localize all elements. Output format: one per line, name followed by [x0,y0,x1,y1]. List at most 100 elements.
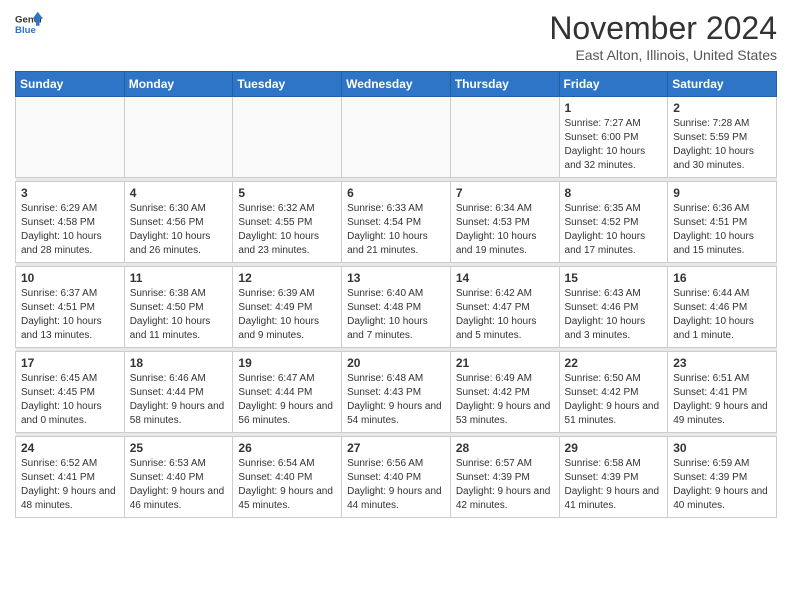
day-number: 24 [21,441,119,455]
day-number: 27 [347,441,445,455]
day-number: 9 [673,186,771,200]
day-number: 21 [456,356,554,370]
sunset-text: Sunset: 4:44 PM [238,387,312,398]
calendar-table: Sunday Monday Tuesday Wednesday Thursday… [15,71,777,518]
day-info: Sunrise: 6:30 AM Sunset: 4:56 PM Dayligh… [130,202,228,258]
sunrise-text: Sunrise: 6:56 AM [347,458,423,469]
calendar-cell-w5-d6: 29 Sunrise: 6:58 AM Sunset: 4:39 PM Dayl… [559,437,668,518]
day-number: 29 [565,441,663,455]
day-info: Sunrise: 6:36 AM Sunset: 4:51 PM Dayligh… [673,202,771,258]
calendar-cell-w5-d3: 26 Sunrise: 6:54 AM Sunset: 4:40 PM Dayl… [233,437,342,518]
sunrise-text: Sunrise: 7:28 AM [673,118,749,129]
calendar-cell-w4-d4: 20 Sunrise: 6:48 AM Sunset: 4:43 PM Dayl… [342,352,451,433]
sunset-text: Sunset: 4:47 PM [456,302,530,313]
calendar-week-4: 17 Sunrise: 6:45 AM Sunset: 4:45 PM Dayl… [16,352,777,433]
calendar-cell-w1-d4 [342,97,451,178]
daylight-text: Daylight: 9 hours and 51 minutes. [565,401,660,426]
calendar-cell-w4-d1: 17 Sunrise: 6:45 AM Sunset: 4:45 PM Dayl… [16,352,125,433]
sunrise-text: Sunrise: 6:54 AM [238,458,314,469]
sunrise-text: Sunrise: 6:44 AM [673,288,749,299]
daylight-text: Daylight: 9 hours and 54 minutes. [347,401,442,426]
sunset-text: Sunset: 4:52 PM [565,217,639,228]
sunrise-text: Sunrise: 6:33 AM [347,203,423,214]
day-info: Sunrise: 6:42 AM Sunset: 4:47 PM Dayligh… [456,287,554,343]
logo: General Blue [15,10,43,38]
svg-text:Blue: Blue [15,25,36,36]
daylight-text: Daylight: 10 hours and 23 minutes. [238,231,319,256]
day-number: 3 [21,186,119,200]
calendar-week-3: 10 Sunrise: 6:37 AM Sunset: 4:51 PM Dayl… [16,267,777,348]
header-thursday: Thursday [450,72,559,97]
day-info: Sunrise: 6:35 AM Sunset: 4:52 PM Dayligh… [565,202,663,258]
calendar-cell-w5-d7: 30 Sunrise: 6:59 AM Sunset: 4:39 PM Dayl… [668,437,777,518]
sunset-text: Sunset: 4:46 PM [565,302,639,313]
day-number: 5 [238,186,336,200]
day-info: Sunrise: 6:44 AM Sunset: 4:46 PM Dayligh… [673,287,771,343]
sunset-text: Sunset: 4:39 PM [456,472,530,483]
header-friday: Friday [559,72,668,97]
day-info: Sunrise: 6:47 AM Sunset: 4:44 PM Dayligh… [238,372,336,428]
calendar-cell-w2-d1: 3 Sunrise: 6:29 AM Sunset: 4:58 PM Dayli… [16,182,125,263]
sunset-text: Sunset: 4:46 PM [673,302,747,313]
calendar-week-1: 1 Sunrise: 7:27 AM Sunset: 6:00 PM Dayli… [16,97,777,178]
day-info: Sunrise: 6:33 AM Sunset: 4:54 PM Dayligh… [347,202,445,258]
day-info: Sunrise: 6:45 AM Sunset: 4:45 PM Dayligh… [21,372,119,428]
calendar-cell-w2-d6: 8 Sunrise: 6:35 AM Sunset: 4:52 PM Dayli… [559,182,668,263]
day-info: Sunrise: 6:39 AM Sunset: 4:49 PM Dayligh… [238,287,336,343]
daylight-text: Daylight: 9 hours and 58 minutes. [130,401,225,426]
sunset-text: Sunset: 4:40 PM [347,472,421,483]
sunset-text: Sunset: 4:39 PM [565,472,639,483]
day-number: 26 [238,441,336,455]
calendar-cell-w4-d6: 22 Sunrise: 6:50 AM Sunset: 4:42 PM Dayl… [559,352,668,433]
calendar-cell-w5-d2: 25 Sunrise: 6:53 AM Sunset: 4:40 PM Dayl… [124,437,233,518]
sunset-text: Sunset: 4:53 PM [456,217,530,228]
day-number: 23 [673,356,771,370]
day-info: Sunrise: 7:28 AM Sunset: 5:59 PM Dayligh… [673,117,771,173]
sunrise-text: Sunrise: 6:34 AM [456,203,532,214]
calendar-cell-w1-d7: 2 Sunrise: 7:28 AM Sunset: 5:59 PM Dayli… [668,97,777,178]
calendar-week-5: 24 Sunrise: 6:52 AM Sunset: 4:41 PM Dayl… [16,437,777,518]
daylight-text: Daylight: 9 hours and 48 minutes. [21,486,116,511]
sunrise-text: Sunrise: 7:27 AM [565,118,641,129]
daylight-text: Daylight: 10 hours and 17 minutes. [565,231,646,256]
sunrise-text: Sunrise: 6:35 AM [565,203,641,214]
header-tuesday: Tuesday [233,72,342,97]
logo-icon: General Blue [15,10,43,38]
day-info: Sunrise: 6:34 AM Sunset: 4:53 PM Dayligh… [456,202,554,258]
sunrise-text: Sunrise: 6:39 AM [238,288,314,299]
daylight-text: Daylight: 10 hours and 32 minutes. [565,146,646,171]
sunrise-text: Sunrise: 6:59 AM [673,458,749,469]
sunrise-text: Sunrise: 6:50 AM [565,373,641,384]
header-wednesday: Wednesday [342,72,451,97]
sunrise-text: Sunrise: 6:53 AM [130,458,206,469]
daylight-text: Daylight: 10 hours and 1 minute. [673,316,754,341]
page-title: November 2024 [549,10,777,47]
day-number: 15 [565,271,663,285]
daylight-text: Daylight: 10 hours and 21 minutes. [347,231,428,256]
calendar-cell-w3-d5: 14 Sunrise: 6:42 AM Sunset: 4:47 PM Dayl… [450,267,559,348]
daylight-text: Daylight: 10 hours and 11 minutes. [130,316,211,341]
day-info: Sunrise: 6:57 AM Sunset: 4:39 PM Dayligh… [456,457,554,513]
calendar-week-2: 3 Sunrise: 6:29 AM Sunset: 4:58 PM Dayli… [16,182,777,263]
sunrise-text: Sunrise: 6:52 AM [21,458,97,469]
day-number: 18 [130,356,228,370]
daylight-text: Daylight: 10 hours and 15 minutes. [673,231,754,256]
calendar-header-row: Sunday Monday Tuesday Wednesday Thursday… [16,72,777,97]
header-monday: Monday [124,72,233,97]
day-number: 7 [456,186,554,200]
daylight-text: Daylight: 10 hours and 7 minutes. [347,316,428,341]
header-sunday: Sunday [16,72,125,97]
day-info: Sunrise: 6:50 AM Sunset: 4:42 PM Dayligh… [565,372,663,428]
sunrise-text: Sunrise: 6:49 AM [456,373,532,384]
day-info: Sunrise: 6:43 AM Sunset: 4:46 PM Dayligh… [565,287,663,343]
sunrise-text: Sunrise: 6:29 AM [21,203,97,214]
day-info: Sunrise: 6:38 AM Sunset: 4:50 PM Dayligh… [130,287,228,343]
day-number: 1 [565,101,663,115]
day-info: Sunrise: 6:29 AM Sunset: 4:58 PM Dayligh… [21,202,119,258]
sunset-text: Sunset: 4:42 PM [456,387,530,398]
daylight-text: Daylight: 10 hours and 13 minutes. [21,316,102,341]
sunset-text: Sunset: 4:45 PM [21,387,95,398]
day-number: 14 [456,271,554,285]
day-info: Sunrise: 7:27 AM Sunset: 6:00 PM Dayligh… [565,117,663,173]
calendar-cell-w2-d3: 5 Sunrise: 6:32 AM Sunset: 4:55 PM Dayli… [233,182,342,263]
